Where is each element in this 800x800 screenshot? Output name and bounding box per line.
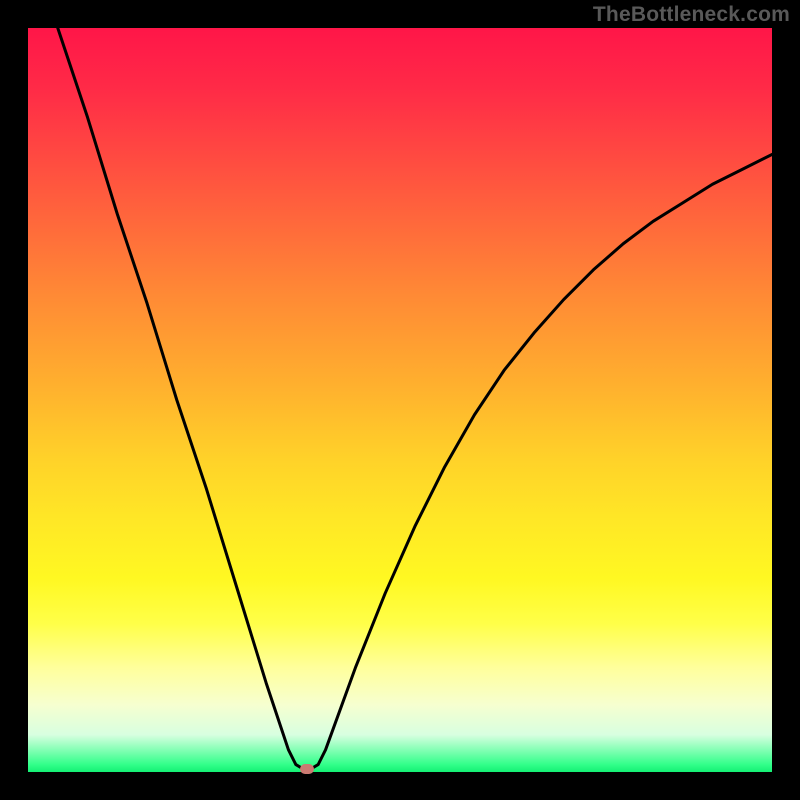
chart-frame: TheBottleneck.com [0,0,800,800]
curve-path [58,28,772,769]
plot-area [28,28,772,772]
bottleneck-curve [28,28,772,772]
watermark-text: TheBottleneck.com [593,4,790,25]
optimum-marker [300,764,314,774]
